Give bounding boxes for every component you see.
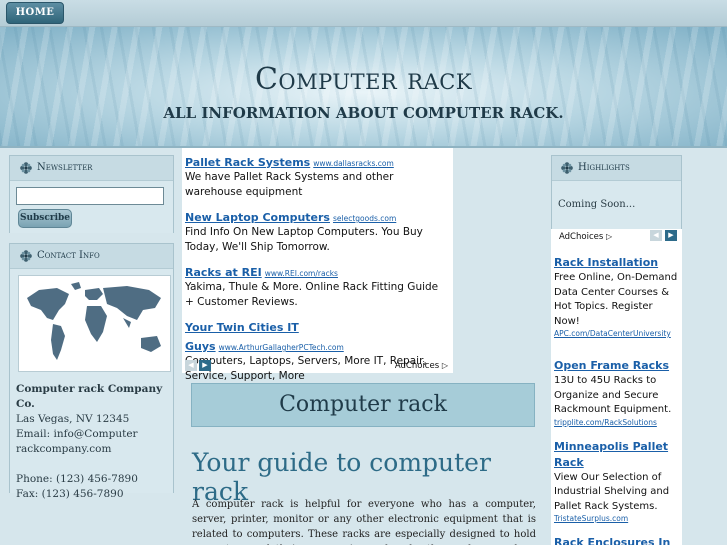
highlights-title-text: Highlights — [578, 162, 630, 173]
company-name: Computer rack Company Co. — [16, 383, 163, 410]
ad-url[interactable]: APC.com/DataCenterUniversity — [554, 329, 679, 338]
ad-item[interactable]: Open Frame Racks 13U to 45U Racks to Org… — [554, 358, 679, 427]
ad-url[interactable]: selectgoods.com — [333, 214, 396, 223]
ad-nav: ◀ ▶ — [185, 360, 211, 371]
flower-icon — [561, 162, 573, 174]
content-heading-box: Computer rack — [191, 383, 535, 427]
ad-title[interactable]: Minneapolis Pallet Rack — [554, 439, 679, 471]
adchoices-label: AdChoices — [394, 361, 440, 371]
ad-description: Free Online, On-Demand Data Center Cours… — [554, 272, 678, 327]
contact-details: Computer rack Company Co. Las Vegas, NV … — [10, 378, 173, 508]
highlights-body: Coming Soon... — [552, 180, 681, 229]
ad-title[interactable]: Pallet Rack Systems — [185, 156, 310, 169]
adchoices-link[interactable]: AdChoices ▷ — [559, 232, 612, 242]
chevron-left-icon[interactable]: ◀ — [650, 230, 662, 241]
contact-body: Computer rack Company Co. Las Vegas, NV … — [10, 268, 173, 500]
chevron-right-icon[interactable]: ▶ — [665, 230, 677, 241]
company-phone: Phone: (123) 456-7890 — [16, 473, 138, 485]
ad-item[interactable]: Racks at REI www.REI.com/racks Yakima, Th… — [185, 261, 450, 310]
adchoices-link[interactable]: AdChoices ▷ — [395, 361, 448, 371]
newsletter-email-input[interactable] — [16, 187, 164, 205]
ad-item[interactable]: Rack Installation Free Online, On-Demand… — [554, 255, 679, 338]
ad-url[interactable]: www.dallasracks.com — [313, 159, 394, 168]
ad-nav: ◀ ▶ — [650, 230, 677, 241]
top-nav: HOME — [0, 0, 727, 27]
site-header: Computer rack ALL INFORMATION ABOUT COMP… — [0, 27, 727, 148]
adchoices-icon: ▷ — [441, 361, 448, 370]
newsletter-body: Subscribe — [10, 180, 173, 233]
ad-item[interactable]: Minneapolis Pallet Rack View Our Selecti… — [554, 439, 679, 524]
ad-item[interactable]: Pallet Rack Systems www.dallasracks.com W… — [185, 151, 450, 200]
ad-title[interactable]: Racks at REI — [185, 266, 262, 279]
company-email-2: rackcompany.com — [16, 443, 112, 455]
newsletter-panel: Newsletter Subscribe — [9, 155, 174, 233]
company-fax: Fax: (123) 456-7890 — [16, 488, 124, 500]
right-ad-header: AdChoices ▷ ◀ ▶ — [554, 229, 679, 247]
center-ad-unit: Pallet Rack Systems www.dallasracks.com W… — [182, 148, 453, 382]
adchoices-icon: ▷ — [605, 232, 613, 241]
company-city: Las Vegas, NV 12345 — [16, 413, 130, 425]
ad-item[interactable]: Your Twin Cities IT Guys www.ArthurGallag… — [185, 316, 450, 384]
ad-item[interactable]: Rack Enclosures In — [554, 535, 679, 545]
ad-description: 13U to 45U Racks to Organize and Secure … — [554, 375, 672, 415]
right-ad-unit: AdChoices ▷ ◀ ▶ Rack Installation Free O… — [551, 229, 682, 545]
contact-title: Contact Info — [10, 244, 173, 268]
flower-icon — [20, 250, 32, 262]
ad-title[interactable]: Rack Enclosures In — [554, 535, 679, 545]
chevron-right-icon[interactable]: ▶ — [199, 360, 211, 371]
highlights-title: Highlights — [552, 156, 681, 180]
company-email-1: Email: info@Computer — [16, 428, 138, 440]
flower-icon — [20, 162, 32, 174]
chevron-left-icon[interactable]: ◀ — [185, 360, 197, 371]
ad-description: Yakima, Thule & More. Online Rack Fittin… — [185, 281, 439, 308]
ad-url[interactable]: TristateSurplus.com — [554, 514, 679, 523]
ad-title[interactable]: Open Frame Racks — [554, 358, 679, 374]
contact-title-text: Contact Info — [37, 250, 100, 261]
world-map-image — [18, 275, 171, 372]
ad-url[interactable]: www.REI.com/racks — [265, 269, 338, 278]
home-button[interactable]: HOME — [6, 2, 64, 24]
world-map — [27, 282, 161, 360]
newsletter-title: Newsletter — [10, 156, 173, 180]
site-subtitle: ALL INFORMATION ABOUT COMPUTER RACK. — [163, 104, 564, 122]
ad-item[interactable]: New Laptop Computers selectgoods.com Find… — [185, 206, 450, 255]
ad-description: Find Info On New Laptop Computers. You B… — [185, 226, 423, 253]
ad-title[interactable]: New Laptop Computers — [185, 211, 330, 224]
ad-title[interactable]: Rack Installation — [554, 255, 679, 271]
newsletter-title-text: Newsletter — [37, 162, 93, 173]
site-title: Computer rack — [254, 62, 473, 97]
ad-url[interactable]: www.ArthurGallagherPCTech.com — [219, 343, 344, 352]
highlights-panel: Highlights Coming Soon... — [551, 155, 682, 229]
subscribe-button[interactable]: Subscribe — [18, 208, 72, 228]
ad-description: We have Pallet Rack Systems and other wa… — [185, 171, 394, 198]
ad-description: View Our Selection of Industrial Shelvin… — [554, 471, 670, 512]
contact-panel: Contact Info Computer rack Company Co. L… — [9, 243, 174, 500]
article-body: A computer rack is helpful for everyone … — [192, 499, 536, 545]
adchoices-label: AdChoices — [559, 232, 604, 242]
ad-url[interactable]: tripplite.com/RackSolutions — [554, 418, 679, 427]
